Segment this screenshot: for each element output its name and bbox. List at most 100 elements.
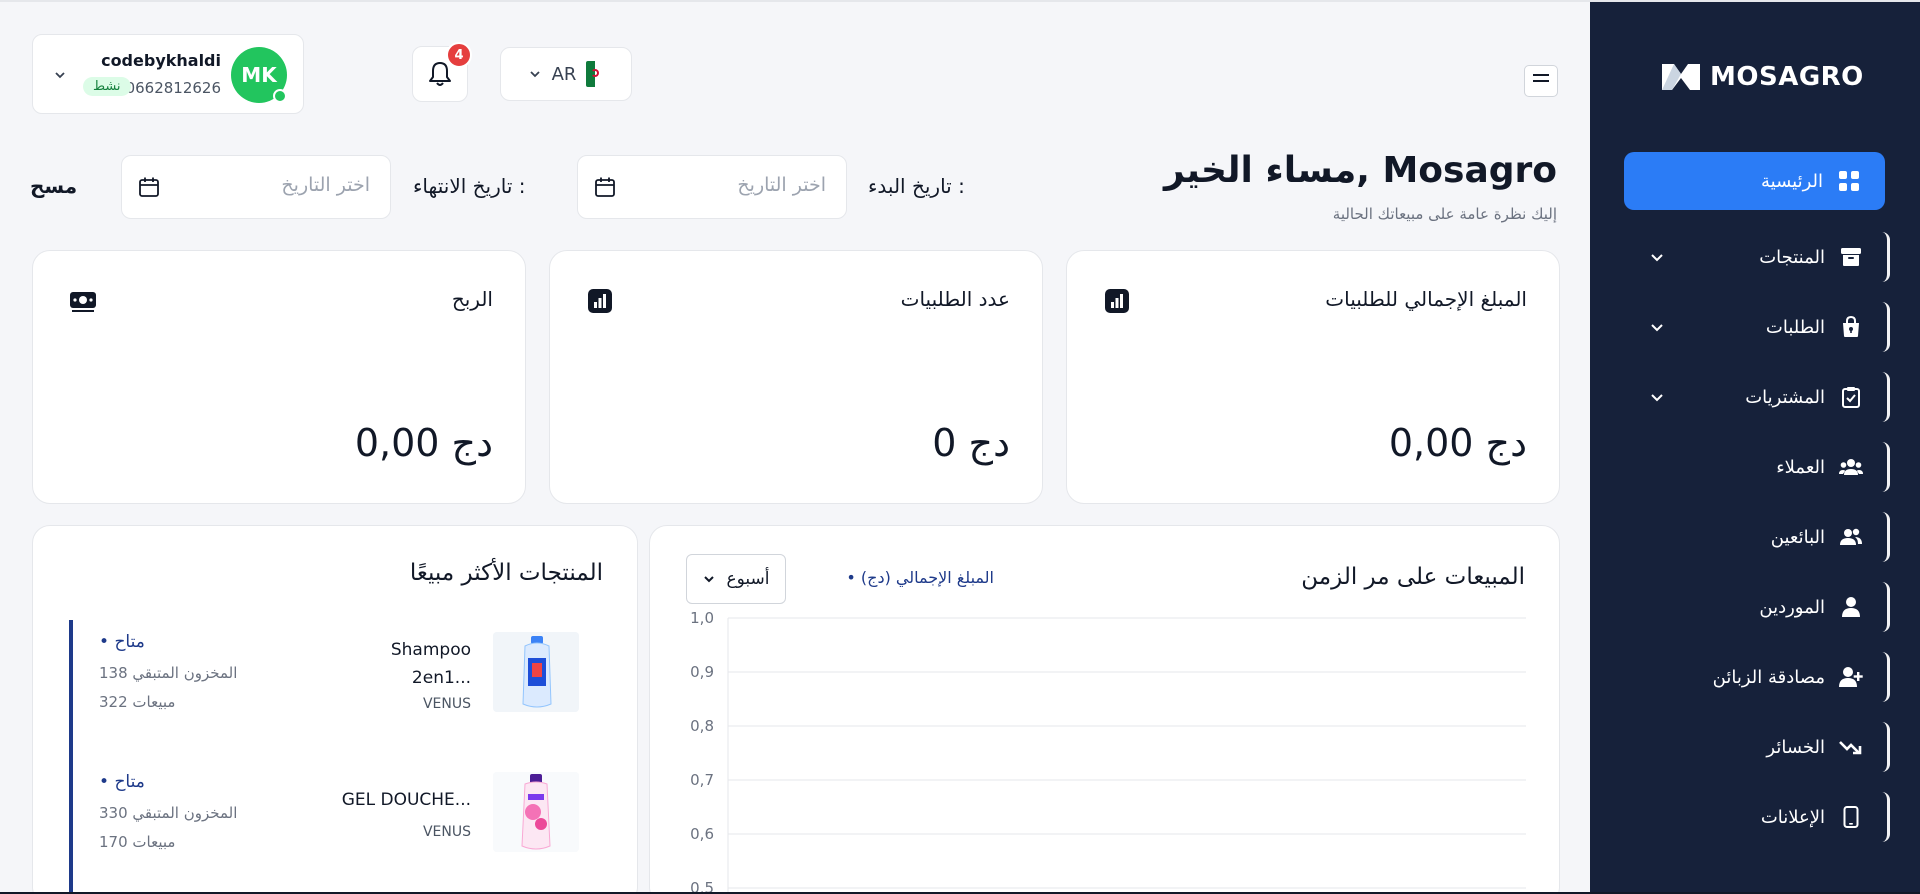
menu-toggle-button[interactable] xyxy=(1524,65,1558,97)
sidebar: MOSAGRO الرئيسية المنتجات الطلبات المشتر… xyxy=(1590,2,1920,894)
y-tick-label: 0,9 xyxy=(690,663,714,681)
user-icon xyxy=(1839,595,1863,619)
sidebar-item-edge xyxy=(1882,512,1890,562)
end-date-placeholder: اختر التاريخ xyxy=(281,174,370,196)
start-date-input[interactable]: اختر التاريخ xyxy=(577,155,847,219)
chevron-down-icon[interactable] xyxy=(1648,318,1666,336)
product-status: • متاح xyxy=(99,772,145,792)
kpi-card-profit: الربح 0,00 دج xyxy=(32,250,526,504)
sidebar-item-customers[interactable]: العملاء xyxy=(1590,432,1920,502)
start-date-placeholder: اختر التاريخ xyxy=(737,174,826,196)
product-image xyxy=(493,632,579,712)
sidebar-item-edge xyxy=(1882,582,1890,632)
logo-text: MOSAGRO xyxy=(1710,62,1864,92)
sidebar-item-label: المشتريات xyxy=(1745,386,1825,408)
sidebar-item-label: البائعين xyxy=(1770,526,1825,548)
page-title: مساء الخير, Mosagro xyxy=(1163,150,1557,191)
sidebar-item-edge xyxy=(1882,232,1890,282)
start-date-label: تاريخ البدء : xyxy=(868,174,965,198)
sidebar-item-label: الخسائر xyxy=(1766,736,1825,758)
list-item[interactable]: Shampoo 2en1... VENUS • متاح 138 المخزون… xyxy=(33,632,639,732)
clipboard-check-icon xyxy=(1839,385,1863,409)
bag-lock-icon xyxy=(1839,315,1863,339)
sidebar-item-label: الرئيسية xyxy=(1761,170,1823,192)
calendar-icon xyxy=(139,177,159,197)
sidebar-item-orders[interactable]: الطلبات xyxy=(1590,292,1920,362)
kpi-value: 0,00 دج xyxy=(1388,421,1527,465)
status-badge: نشط xyxy=(83,77,131,96)
users-icon xyxy=(1839,525,1863,549)
sidebar-item-label: الطلبات xyxy=(1765,316,1825,338)
sidebar-item-label: الإعلانات xyxy=(1760,806,1825,828)
sidebar-item-losses[interactable]: الخسائر xyxy=(1590,712,1920,782)
page-subtitle: إليك نظرة عامة على مبيعاتك الحالية xyxy=(1332,205,1557,223)
sidebar-item-edge xyxy=(1882,792,1890,842)
sidebar-item-home[interactable]: الرئيسية xyxy=(1624,152,1885,210)
product-sales: 170 مبيعات xyxy=(99,833,176,851)
calendar-icon xyxy=(595,177,615,197)
language-code: AR xyxy=(551,63,577,85)
sidebar-item-edge xyxy=(1882,302,1890,352)
user-plus-icon xyxy=(1839,665,1863,689)
kpi-title: عدد الطلبيات xyxy=(900,287,1010,311)
sidebar-item-edge xyxy=(1882,652,1890,702)
kpi-value: 0 دج xyxy=(932,421,1010,465)
product-sales: 322 مبيعات xyxy=(99,693,176,711)
sidebar-item-label: العملاء xyxy=(1776,456,1825,478)
end-date-label: تاريخ الانتهاء : xyxy=(413,174,526,198)
notification-count-badge: 4 xyxy=(446,42,472,68)
grid-icon xyxy=(1837,169,1861,193)
sidebar-item-label: الموردين xyxy=(1759,596,1825,618)
sidebar-item-label: المنتجات xyxy=(1759,246,1825,268)
archive-icon xyxy=(1839,245,1863,269)
sidebar-item-sellers[interactable]: البائعين xyxy=(1590,502,1920,572)
mobile-icon xyxy=(1839,805,1863,829)
kpi-card-total-orders-amount: المبلغ الإجمالي للطلبيات 0,00 دج xyxy=(1066,250,1560,504)
users-group-icon xyxy=(1839,455,1863,479)
chevron-down-icon[interactable] xyxy=(1648,388,1666,406)
sidebar-item-edge xyxy=(1882,722,1890,772)
y-tick-label: 0,6 xyxy=(690,825,714,843)
online-indicator xyxy=(273,89,287,103)
kpi-card-orders-count: عدد الطلبيات 0 دج xyxy=(549,250,1043,504)
sidebar-item-customer-verification[interactable]: مصادقة الزبائن xyxy=(1590,642,1920,712)
logo[interactable]: MOSAGRO xyxy=(1660,60,1864,94)
y-tick-label: 0,7 xyxy=(690,771,714,789)
sales-chart-panel: المبيعات على مر الزمن • المبلغ الإجمالي … xyxy=(649,525,1560,894)
hamburger-icon xyxy=(1533,74,1549,82)
top-products-panel: المنتجات الأكثر مبيعًا Shampoo 2en1... V… xyxy=(32,525,638,894)
kpi-title: الربح xyxy=(451,287,493,311)
product-brand: VENUS xyxy=(422,696,471,712)
product-stock: 330 المخزون المتبقي xyxy=(99,804,238,822)
product-image xyxy=(493,772,579,852)
user-phone: 0662812626 xyxy=(125,79,221,97)
language-selector[interactable]: AR xyxy=(500,47,632,101)
sidebar-item-suppliers[interactable]: الموردين xyxy=(1590,572,1920,642)
product-brand: VENUS xyxy=(422,824,471,840)
sidebar-item-ads[interactable]: الإعلانات xyxy=(1590,782,1920,852)
chart-bars-icon xyxy=(588,289,612,313)
product-name: Shampoo 2en1... xyxy=(390,640,471,688)
top-products-title: المنتجات الأكثر مبيعًا xyxy=(409,560,603,586)
chevron-down-icon xyxy=(529,71,540,78)
y-tick-label: 1,0 xyxy=(690,609,714,627)
sidebar-item-purchases[interactable]: المشتريات xyxy=(1590,362,1920,432)
algeria-flag-icon xyxy=(586,61,605,87)
chevron-down-icon[interactable] xyxy=(1648,248,1666,266)
end-date-input[interactable]: اختر التاريخ xyxy=(121,155,391,219)
product-status: • متاح xyxy=(99,632,145,652)
chevron-down-icon xyxy=(55,72,65,79)
sidebar-item-edge xyxy=(1882,442,1890,492)
kpi-title: المبلغ الإجمالي للطلبيات xyxy=(1325,287,1527,311)
user-name: codebykhaldi xyxy=(101,51,221,70)
sidebar-nav: الرئيسية المنتجات الطلبات المشتريات العم… xyxy=(1590,152,1920,852)
money-icon xyxy=(70,292,96,312)
trend-down-icon xyxy=(1839,735,1863,759)
mosagro-logo-icon xyxy=(1662,64,1700,90)
clear-filters-button[interactable]: مسح xyxy=(30,174,77,198)
user-menu[interactable]: codebykhaldi 0662812626 نشط MK xyxy=(32,34,304,114)
sidebar-item-products[interactable]: المنتجات xyxy=(1590,222,1920,292)
product-name: GEL DOUCHE... xyxy=(341,790,471,810)
y-tick-label: 0,8 xyxy=(690,717,714,735)
list-item[interactable]: GEL DOUCHE... VENUS • متاح 330 المخزون ا… xyxy=(33,772,639,872)
